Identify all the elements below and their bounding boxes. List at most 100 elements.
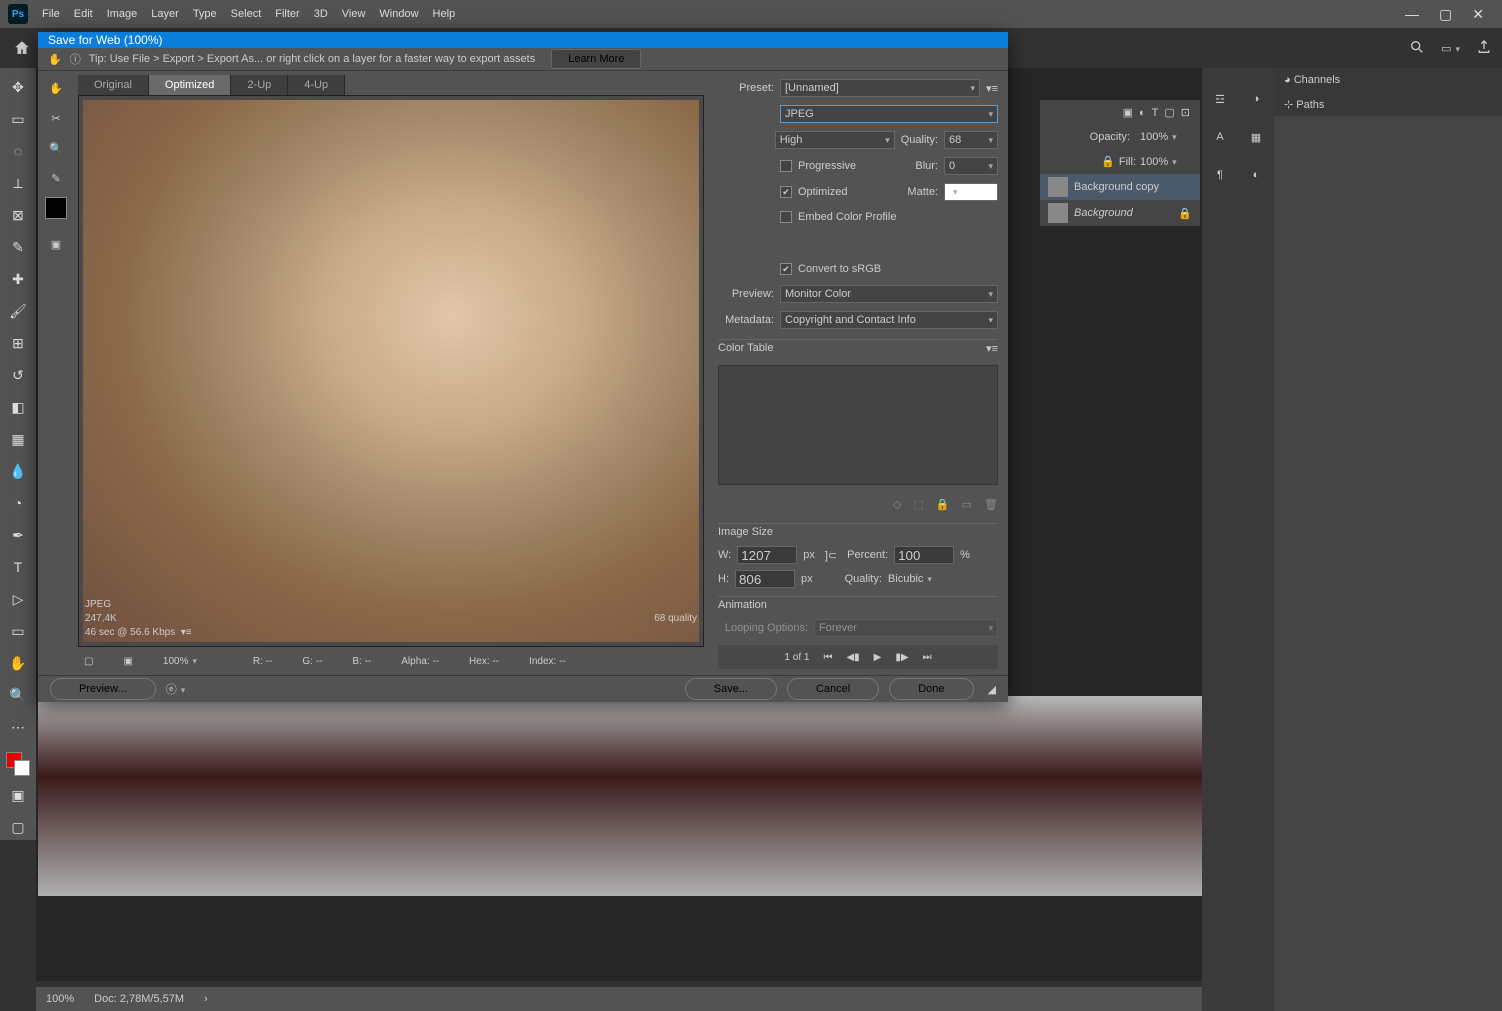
edit-toolbar[interactable]: ⋯: [5, 714, 31, 740]
preview-image-box[interactable]: JPEG 247,4K 46 sec @ 56.6 Kbps ▾≡ 68 qua…: [78, 95, 704, 647]
progressive-check[interactable]: [780, 160, 792, 172]
ct-icon-2[interactable]: ⬚: [914, 498, 924, 511]
tab-2up[interactable]: 2-Up: [231, 75, 288, 95]
cancel-button[interactable]: Cancel: [787, 678, 879, 700]
resample-select[interactable]: Bicubic: [888, 573, 988, 585]
done-button[interactable]: Done: [889, 678, 973, 700]
menu-window[interactable]: Window: [379, 8, 418, 20]
learn-more-button[interactable]: Learn More: [551, 49, 641, 69]
matte-select[interactable]: [944, 183, 998, 201]
anim-first[interactable]: ⏮: [823, 652, 832, 663]
ct-icon-3[interactable]: 🔒: [936, 498, 950, 511]
optimized-check[interactable]: ✔: [780, 186, 792, 198]
dialog-eyedrop-tool[interactable]: ✎: [45, 167, 67, 189]
status-zoom[interactable]: 100%: [46, 993, 74, 1005]
share-icon[interactable]: [1476, 39, 1492, 58]
brush-tool[interactable]: 🖌: [5, 298, 31, 324]
ct-icon-4[interactable]: ▭: [962, 498, 972, 511]
hand-tool-icon[interactable]: ✋: [48, 53, 62, 66]
frame-tool[interactable]: ⊠: [5, 202, 31, 228]
opacity-value[interactable]: 100%: [1140, 131, 1190, 143]
percent-input[interactable]: [894, 546, 954, 564]
dialog-hand-tool[interactable]: ✋: [45, 77, 67, 99]
zoom-select[interactable]: 100%: [163, 656, 223, 667]
panel-icon-adjust[interactable]: ◐: [1245, 164, 1267, 186]
slice-toggle-2[interactable]: ▣: [123, 656, 132, 667]
menu-select[interactable]: Select: [231, 8, 262, 20]
menu-edit[interactable]: Edit: [74, 8, 93, 20]
blur-tool[interactable]: 💧: [5, 458, 31, 484]
tab-4up[interactable]: 4-Up: [288, 75, 345, 95]
menu-filter[interactable]: Filter: [275, 8, 299, 20]
stamp-tool[interactable]: ⊞: [5, 330, 31, 356]
menu-layer[interactable]: Layer: [151, 8, 179, 20]
shape-tool[interactable]: ▭: [5, 618, 31, 644]
layer-shape-icon[interactable]: ▢: [1164, 106, 1174, 119]
menu-file[interactable]: File: [42, 8, 60, 20]
resize-grip[interactable]: ◢: [988, 683, 996, 696]
format-select[interactable]: JPEG: [780, 105, 998, 123]
anim-last[interactable]: ⏭: [923, 652, 932, 663]
tab-original[interactable]: Original: [78, 75, 149, 95]
ct-icon-5[interactable]: 🗑: [984, 498, 998, 511]
dodge-tool[interactable]: ◔: [5, 490, 31, 516]
paths-tab[interactable]: ⊹ Paths: [1284, 98, 1324, 111]
zoom-tool[interactable]: 🔍: [5, 682, 31, 708]
blur-input[interactable]: 0: [944, 157, 998, 175]
tab-optimized[interactable]: Optimized: [149, 75, 232, 95]
dialog-color[interactable]: [45, 197, 67, 219]
lasso-tool[interactable]: ◌: [5, 138, 31, 164]
panel-icon-swatches[interactable]: ▦: [1245, 126, 1267, 148]
quality-input[interactable]: 68: [944, 131, 998, 149]
window-close[interactable]: ✕: [1472, 6, 1484, 23]
crop-tool[interactable]: ⟂: [5, 170, 31, 196]
panel-icon-1[interactable]: ☲: [1209, 88, 1231, 110]
home-icon[interactable]: [10, 36, 34, 60]
preview-select[interactable]: Monitor Color: [780, 285, 998, 303]
quickmask-tool[interactable]: ▣: [5, 782, 31, 808]
layer-row-2[interactable]: Background 🔒: [1040, 200, 1200, 226]
metadata-select[interactable]: Copyright and Contact Info: [780, 311, 998, 329]
window-minimize[interactable]: —: [1405, 6, 1419, 23]
history-brush-tool[interactable]: ↺: [5, 362, 31, 388]
move-tool[interactable]: ✥: [5, 74, 31, 100]
layer-filter-icon[interactable]: ▣: [1123, 106, 1133, 119]
height-input[interactable]: [735, 570, 795, 588]
layer-smart-icon[interactable]: ⊡: [1181, 106, 1190, 119]
menu-type[interactable]: Type: [193, 8, 217, 20]
heal-tool[interactable]: ✚: [5, 266, 31, 292]
hand-tool[interactable]: ✋: [5, 650, 31, 676]
dialog-slice-tool[interactable]: ✂: [45, 107, 67, 129]
layer-text-icon[interactable]: T: [1152, 107, 1159, 119]
lock-icon[interactable]: 🔒: [1101, 155, 1115, 168]
color-swatch[interactable]: [6, 752, 30, 776]
screenmode-tool[interactable]: ▢: [5, 814, 31, 840]
gradient-tool[interactable]: ▦: [5, 426, 31, 452]
layer-row-1[interactable]: Background copy: [1040, 174, 1200, 200]
menu-help[interactable]: Help: [433, 8, 456, 20]
eraser-tool[interactable]: ◧: [5, 394, 31, 420]
preset-select[interactable]: [Unnamed]: [780, 79, 980, 97]
convert-check[interactable]: ✔: [780, 263, 792, 275]
window-maximize[interactable]: ▢: [1439, 6, 1452, 23]
save-button[interactable]: Save...: [685, 678, 777, 700]
dialog-zoom-tool[interactable]: 🔍: [45, 137, 67, 159]
type-tool[interactable]: T: [5, 554, 31, 580]
status-chevron[interactable]: ›: [204, 993, 208, 1005]
search-icon[interactable]: [1409, 39, 1425, 58]
workspace-icon[interactable]: ▭: [1441, 42, 1460, 55]
layer-fx-icon[interactable]: ◐: [1139, 107, 1146, 119]
menu-3d[interactable]: 3D: [314, 8, 328, 20]
panel-icon-color[interactable]: ◑: [1245, 88, 1267, 110]
quality-preset-select[interactable]: High: [775, 131, 895, 149]
dialog-slice-visibility[interactable]: ▣: [45, 233, 67, 255]
width-input[interactable]: [737, 546, 797, 564]
preset-menu-icon[interactable]: ▾≡: [986, 82, 998, 95]
slice-toggle-1[interactable]: ▢: [84, 656, 93, 667]
color-table-menu[interactable]: ▾≡: [986, 342, 998, 355]
ct-icon-1[interactable]: ◇: [893, 498, 901, 511]
channels-tab[interactable]: ◕ Channels: [1284, 74, 1340, 86]
panel-icon-2[interactable]: A: [1209, 126, 1231, 148]
anim-play[interactable]: ▶: [874, 652, 882, 663]
anim-next[interactable]: ▮▶: [895, 652, 908, 663]
